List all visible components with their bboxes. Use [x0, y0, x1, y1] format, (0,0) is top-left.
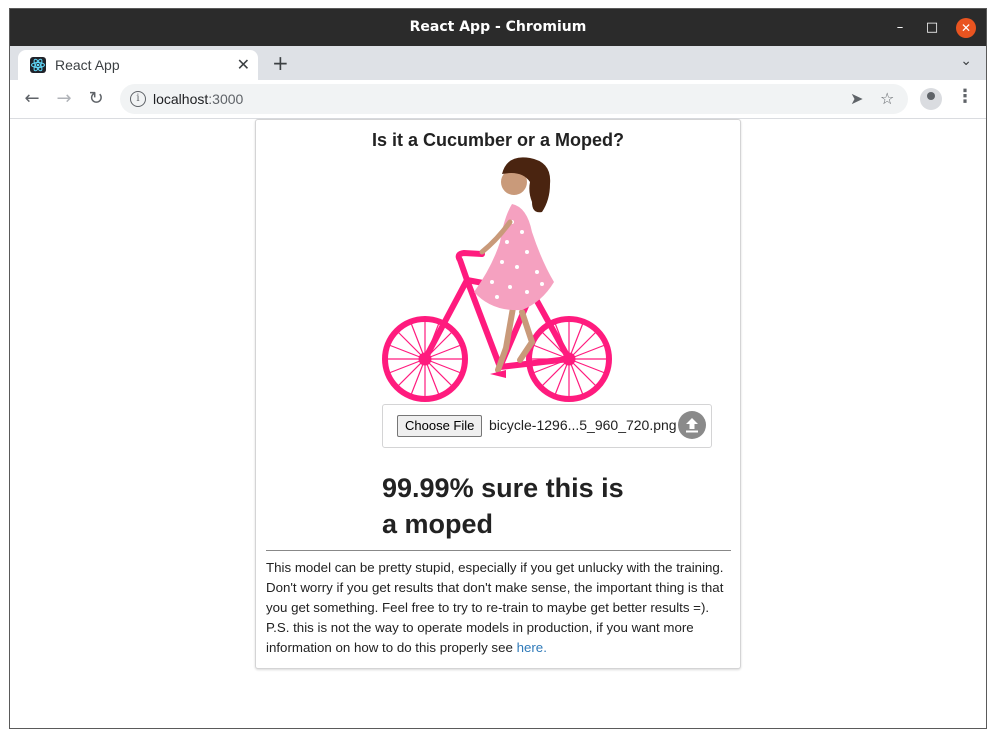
url-port: :3000 [208, 91, 244, 107]
disclaimer-text: This model can be pretty stupid, especia… [266, 558, 731, 658]
send-icon[interactable]: ➤ [850, 89, 863, 108]
url-host: localhost [153, 91, 209, 107]
page-content: Is it a Cucumber or a Moped? Choose File… [10, 119, 986, 728]
choose-file-button[interactable]: Choose File [397, 415, 483, 437]
tab-title: React App [55, 57, 120, 73]
address-bar[interactable]: i localhost:3000 ➤ ☆ [120, 84, 908, 114]
new-tab-icon[interactable]: + [272, 51, 289, 75]
disclaimer-body: This model can be pretty stupid, especia… [266, 560, 724, 655]
toolbar: ← → ↻ i localhost:3000 ➤ ☆ ⋮ [10, 80, 986, 119]
more-info-link[interactable]: here. [517, 640, 547, 655]
reload-icon[interactable]: ↻ [83, 86, 109, 112]
url-text[interactable]: localhost:3000 [153, 91, 243, 107]
page-title: Is it a Cucumber or a Moped? [371, 130, 625, 150]
tab-react-app[interactable]: React App ✕ [18, 50, 258, 80]
forward-icon[interactable]: → [51, 86, 77, 112]
title-bar: React App - Chromium – □ ✕ [10, 9, 986, 46]
browser-window: React App - Chromium – □ ✕ React App ✕ +… [9, 8, 987, 729]
file-input-box: Choose File bicycle-1296...5_960_720.png [382, 404, 712, 448]
info-icon[interactable]: i [130, 91, 146, 107]
profile-icon[interactable] [920, 88, 942, 110]
close-window-icon[interactable]: ✕ [956, 18, 976, 38]
tab-search-icon[interactable]: ⌄ [960, 53, 972, 69]
upload-icon[interactable] [678, 411, 706, 439]
tab-strip: React App ✕ + ⌄ [10, 46, 986, 80]
maximize-icon[interactable]: □ [922, 18, 942, 38]
prediction-result: 99.99% sure this is a moped [382, 473, 624, 539]
selected-file-name: bicycle-1296...5_960_720.png [489, 417, 677, 433]
tab-close-icon[interactable]: ✕ [237, 55, 250, 74]
back-icon[interactable]: ← [19, 86, 45, 112]
window-title: React App - Chromium [409, 19, 587, 35]
minimize-icon[interactable]: – [890, 18, 910, 38]
menu-icon[interactable]: ⋮ [956, 86, 974, 107]
react-logo-icon [30, 57, 46, 73]
divider [266, 550, 731, 551]
star-icon[interactable]: ☆ [880, 89, 894, 108]
classifier-card: Is it a Cucumber or a Moped? Choose File… [255, 119, 741, 669]
rider-dress [474, 204, 554, 311]
bicycle-image [382, 157, 612, 402]
